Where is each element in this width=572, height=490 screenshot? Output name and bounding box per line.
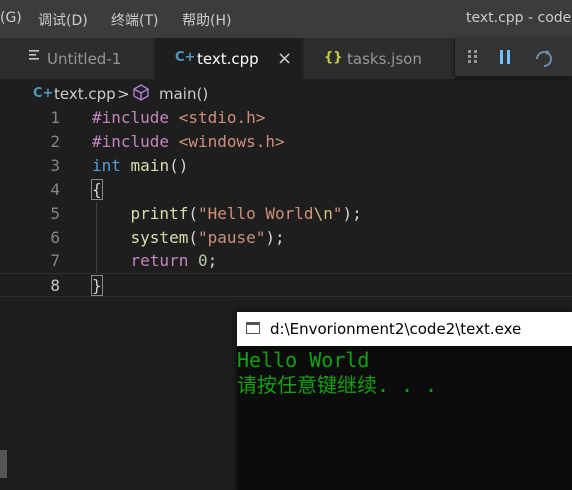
code-line[interactable]: 8}: [0, 273, 572, 297]
tab-untitled-1[interactable]: Untitled-1: [0, 38, 154, 79]
json-braces-icon: {}: [324, 50, 343, 65]
restart-icon[interactable]: [533, 47, 555, 69]
code-token: );: [265, 228, 285, 247]
tab-label: text.cpp: [197, 50, 259, 68]
code-token: }: [91, 275, 103, 296]
code-text: #include <stdio.h>: [92, 108, 265, 127]
code-token: main: [130, 156, 170, 175]
console-line: 请按任意键继续. . .: [237, 373, 438, 397]
code-token: {: [91, 179, 103, 200]
breadcrumb-separator: >: [117, 85, 130, 103]
code-token: );: [342, 204, 362, 223]
code-line[interactable]: 3 int main(): [0, 154, 572, 178]
cube-symbol-icon: [133, 84, 149, 105]
tab-text-cpp[interactable]: C+ text.cpp ×: [155, 38, 303, 79]
console-window-icon: [246, 322, 260, 334]
code-token: (: [188, 228, 198, 247]
code-token: ;: [207, 251, 218, 270]
code-text: printf("Hello World\n");: [92, 204, 362, 223]
code-token: system: [130, 228, 189, 247]
line-number: 3: [50, 156, 60, 175]
code-token: (: [188, 204, 198, 223]
menu-bar: (G) 调试(D) 终端(T) 帮助(H) text.cpp - code2: [0, 0, 572, 38]
menu-terminal[interactable]: 终端(T): [111, 10, 158, 30]
code-token: "Hello World: [197, 204, 314, 223]
menu-debug[interactable]: 调试(D): [38, 10, 88, 30]
code-text: int main(): [92, 156, 188, 175]
cpp-file-icon: C+: [175, 50, 196, 65]
drag-grip-icon[interactable]: [468, 50, 478, 64]
code-token: "pause": [197, 228, 266, 247]
line-number: 6: [50, 228, 60, 247]
line-number: 1: [50, 108, 60, 127]
line-number: 7: [50, 251, 60, 270]
tab-label: Untitled-1: [47, 50, 122, 68]
pause-icon[interactable]: [497, 49, 513, 65]
console-line: Hello World: [237, 348, 370, 372]
console-window[interactable]: d:\Envorionment2\code2\text.exe Hello Wo…: [237, 312, 572, 490]
code-token: return: [130, 251, 189, 270]
code-line[interactable]: 2 #include <windows.h>: [0, 130, 572, 154]
code-text: {: [91, 179, 103, 200]
code-text: }: [91, 275, 103, 296]
code-line[interactable]: 6 system("pause");: [0, 226, 572, 250]
code-token: <stdio.h>: [178, 108, 266, 127]
window-title: text.cpp - code2: [466, 10, 572, 26]
menu-help[interactable]: 帮助(H): [182, 10, 231, 30]
breadcrumb-file[interactable]: text.cpp: [54, 85, 116, 103]
code-line[interactable]: 1 #include <stdio.h>: [0, 106, 572, 130]
code-token: printf: [130, 204, 189, 223]
line-number: 4: [50, 180, 60, 199]
code-line[interactable]: 7 return 0;: [0, 249, 572, 273]
line-number: 2: [50, 132, 60, 151]
code-token: (): [169, 156, 189, 175]
code-token: int: [92, 156, 121, 175]
menu-go[interactable]: (G): [0, 10, 22, 26]
debug-toolbar: [455, 38, 572, 76]
console-output: Hello World 请按任意键继续. . .: [237, 348, 572, 490]
tab-label: tasks.json: [347, 50, 422, 68]
close-icon[interactable]: ×: [277, 48, 292, 69]
code-text: #include <windows.h>: [92, 132, 285, 151]
file-lines-icon: [28, 48, 40, 66]
code-token: <windows.h>: [178, 132, 285, 151]
code-text: system("pause");: [92, 228, 285, 247]
code-line[interactable]: 4{: [0, 178, 572, 202]
tab-tasks-json[interactable]: {} tasks.json: [304, 38, 455, 79]
code-token: \n: [313, 204, 333, 223]
code-line[interactable]: 5 printf("Hello World\n");: [0, 202, 572, 226]
line-number: 8: [50, 276, 60, 295]
scrollbar-left[interactable]: [0, 450, 7, 478]
console-title: d:\Envorionment2\code2\text.exe: [270, 320, 522, 338]
console-titlebar[interactable]: d:\Envorionment2\code2\text.exe: [237, 312, 572, 346]
code-token: #include: [92, 108, 179, 127]
line-number: 5: [50, 204, 60, 223]
cpp-file-icon: C+: [33, 86, 54, 101]
code-token: 0: [197, 251, 208, 270]
breadcrumb-symbol[interactable]: main(): [159, 85, 208, 103]
breadcrumb: C+ text.cpp > main(): [0, 80, 572, 106]
code-text: return 0;: [92, 251, 218, 270]
code-token: #include: [92, 132, 179, 151]
